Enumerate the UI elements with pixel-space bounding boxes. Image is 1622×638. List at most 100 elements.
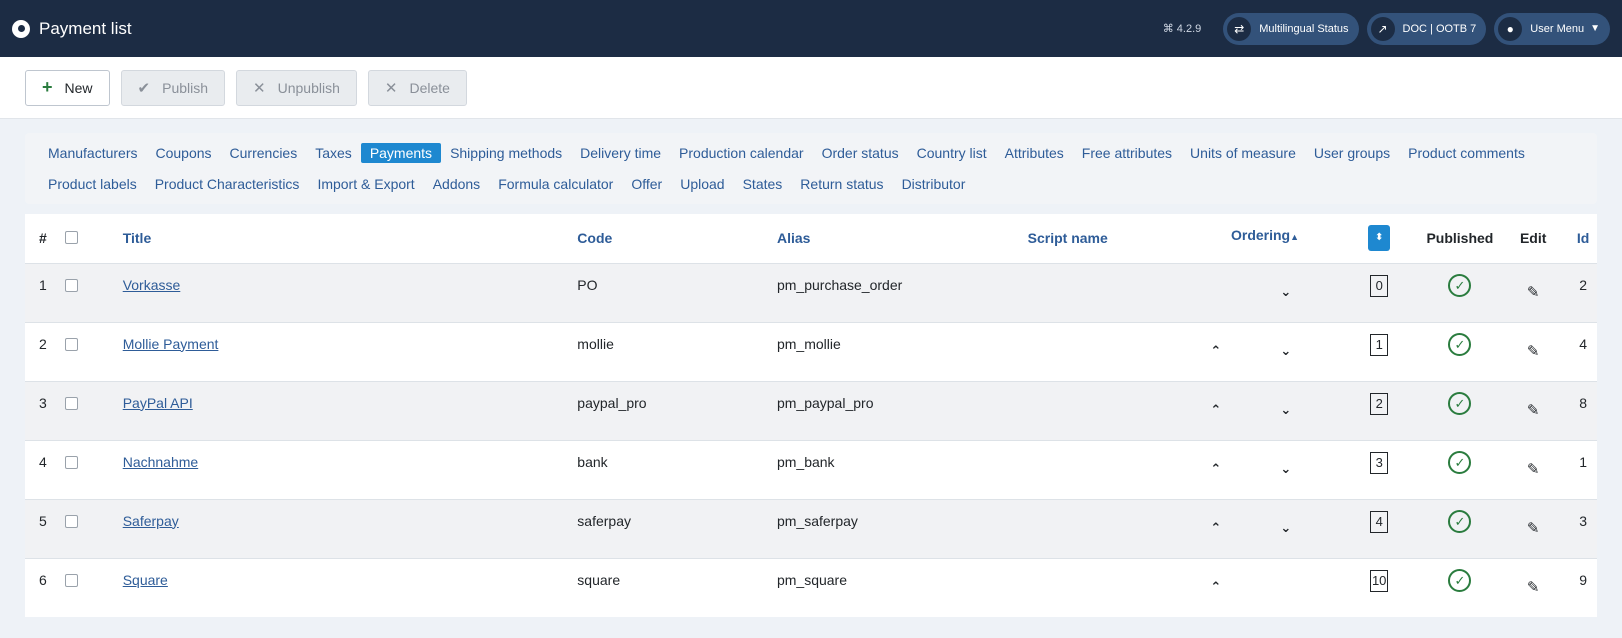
edit-icon[interactable]: ✎ — [1527, 283, 1540, 301]
move-up-icon[interactable]: ⌃ — [1210, 520, 1221, 536]
row-num: 2 — [25, 321, 66, 381]
row-alias: pm_mollie — [776, 321, 1028, 381]
col-title[interactable]: Title — [123, 214, 578, 263]
title-link[interactable]: PayPal API — [123, 395, 193, 411]
page-title: Payment list — [39, 18, 132, 38]
submenu-item[interactable]: Country list — [908, 143, 996, 163]
submenu-item[interactable]: Product labels — [39, 174, 146, 194]
order-input[interactable]: 1 — [1370, 333, 1389, 356]
move-up-icon[interactable]: ⌃ — [1210, 579, 1221, 595]
order-input[interactable]: 2 — [1370, 392, 1389, 415]
move-down-icon[interactable]: ⌄ — [1280, 343, 1291, 359]
move-up-icon[interactable]: ⌃ — [1210, 402, 1221, 418]
order-input[interactable]: 10 — [1370, 569, 1389, 592]
published-check-icon[interactable]: ✓ — [1448, 568, 1472, 592]
col-id[interactable]: Id — [1569, 214, 1597, 263]
submenu-item[interactable]: Taxes — [306, 143, 361, 163]
submenu-item[interactable]: Units of measure — [1181, 143, 1305, 163]
edit-icon[interactable]: ✎ — [1527, 401, 1540, 419]
order-input[interactable]: 4 — [1370, 510, 1389, 533]
submenu-item[interactable]: User groups — [1305, 143, 1399, 163]
submenu-item[interactable]: Delivery time — [571, 143, 670, 163]
published-check-icon[interactable]: ✓ — [1448, 391, 1472, 415]
new-button[interactable]: + New — [25, 69, 110, 106]
submenu-item[interactable]: Product comments — [1399, 143, 1534, 163]
title-link[interactable]: Nachnahme — [123, 454, 199, 470]
move-up-icon[interactable]: ⌃ — [1210, 461, 1221, 477]
doc-link-label: DOC | OOTB 7 — [1402, 22, 1477, 35]
submenu-item[interactable]: Currencies — [221, 143, 307, 163]
edit-icon[interactable]: ✎ — [1527, 342, 1540, 360]
row-checkbox[interactable] — [65, 396, 79, 410]
edit-icon[interactable]: ✎ — [1527, 578, 1540, 596]
top-header: Payment list ⌘ 4.2.9 ⇄ Multilingual Stat… — [0, 0, 1622, 57]
published-check-icon[interactable]: ✓ — [1448, 273, 1472, 297]
unpublish-button[interactable]: ✕ Unpublish — [236, 69, 357, 106]
row-published: ✓ — [1422, 557, 1498, 617]
published-check-icon[interactable]: ✓ — [1448, 509, 1472, 533]
row-ordering: ⌄ — [1194, 262, 1336, 322]
submenu-item[interactable]: Payments — [360, 143, 442, 163]
title-link[interactable]: Vorkasse — [123, 277, 181, 293]
submenu-item[interactable]: Addons — [424, 174, 489, 194]
title-link[interactable]: Mollie Payment — [123, 336, 219, 352]
submenu-item[interactable]: Return status — [791, 174, 892, 194]
move-down-icon[interactable]: ⌄ — [1280, 461, 1291, 477]
row-checkbox[interactable] — [65, 455, 79, 469]
sort-order-button[interactable]: ⬍ — [1368, 225, 1391, 252]
joomla-logo-icon[interactable] — [12, 19, 30, 38]
table-row: 3 PayPal API paypal_pro pm_paypal_pro ⌃ ⌄ 2 ✓ ✎ 8 — [25, 380, 1597, 440]
submenu-item[interactable]: Production calendar — [670, 143, 813, 163]
select-all-checkbox[interactable] — [65, 231, 79, 245]
submenu-item[interactable]: Shipping methods — [441, 143, 571, 163]
col-script[interactable]: Script name — [1028, 214, 1195, 263]
submenu-item[interactable]: Order status — [813, 143, 908, 163]
col-code[interactable]: Code — [577, 214, 777, 263]
external-link-icon: ↗ — [1370, 16, 1395, 41]
row-checkbox[interactable] — [65, 514, 79, 528]
submenu-item[interactable]: Free attributes — [1073, 143, 1181, 163]
col-alias[interactable]: Alias — [777, 214, 1028, 263]
col-ordering[interactable]: Ordering▲ — [1194, 214, 1335, 263]
submenu-item[interactable]: States — [734, 174, 792, 194]
row-checkbox[interactable] — [65, 337, 79, 351]
submenu-item[interactable]: Manufacturers — [39, 143, 146, 163]
submenu-item[interactable]: Formula calculator — [489, 174, 622, 194]
col-edit: Edit — [1519, 230, 1547, 247]
row-checkbox[interactable] — [65, 278, 79, 292]
multilingual-status-button[interactable]: ⇄ Multilingual Status — [1223, 12, 1359, 45]
delete-button[interactable]: ✕ Delete — [367, 69, 467, 106]
edit-icon[interactable]: ✎ — [1527, 519, 1540, 537]
published-check-icon[interactable]: ✓ — [1448, 332, 1472, 356]
submenu-item[interactable]: Coupons — [146, 143, 220, 163]
title-link[interactable]: Saferpay — [123, 513, 179, 529]
move-down-icon[interactable]: ⌄ — [1280, 520, 1291, 536]
row-select — [65, 380, 123, 440]
publish-button[interactable]: ✔ Publish — [120, 69, 226, 106]
submenu-item[interactable]: Distributor — [893, 174, 975, 194]
submenu-item[interactable]: Import & Export — [308, 174, 423, 194]
user-menu-button[interactable]: ● User Menu ▼ — [1494, 12, 1610, 45]
order-input[interactable]: 0 — [1370, 274, 1389, 297]
table-row: 1 Vorkasse PO pm_purchase_order ⌄ 0 ✓ ✎ 2 — [25, 262, 1597, 322]
row-select — [65, 557, 123, 617]
move-down-icon[interactable]: ⌄ — [1280, 402, 1291, 418]
published-check-icon[interactable]: ✓ — [1448, 450, 1472, 474]
submenu-nav: Manufacturers Coupons Currencies Taxes Payme… — [25, 133, 1597, 204]
row-edit: ✎ — [1497, 321, 1570, 381]
submenu-item[interactable]: Attributes — [996, 143, 1073, 163]
table-header-row: # Title Code Alias Script name Ordering▲… — [25, 214, 1597, 263]
move-up-icon[interactable]: ⌃ — [1210, 343, 1221, 359]
submenu-item[interactable]: Product Characteristics — [146, 174, 309, 194]
sort-asc-icon: ▲ — [1290, 232, 1300, 242]
order-input[interactable]: 3 — [1370, 451, 1389, 474]
submenu-item[interactable]: Offer — [622, 174, 671, 194]
edit-icon[interactable]: ✎ — [1527, 460, 1540, 478]
submenu-item[interactable]: Upload — [671, 174, 733, 194]
row-checkbox[interactable] — [65, 573, 79, 587]
row-published: ✓ — [1422, 321, 1498, 381]
move-down-icon[interactable]: ⌄ — [1280, 284, 1291, 300]
row-code: square — [577, 557, 777, 617]
doc-link-button[interactable]: ↗ DOC | OOTB 7 — [1366, 12, 1487, 45]
title-link[interactable]: Square — [123, 572, 168, 588]
